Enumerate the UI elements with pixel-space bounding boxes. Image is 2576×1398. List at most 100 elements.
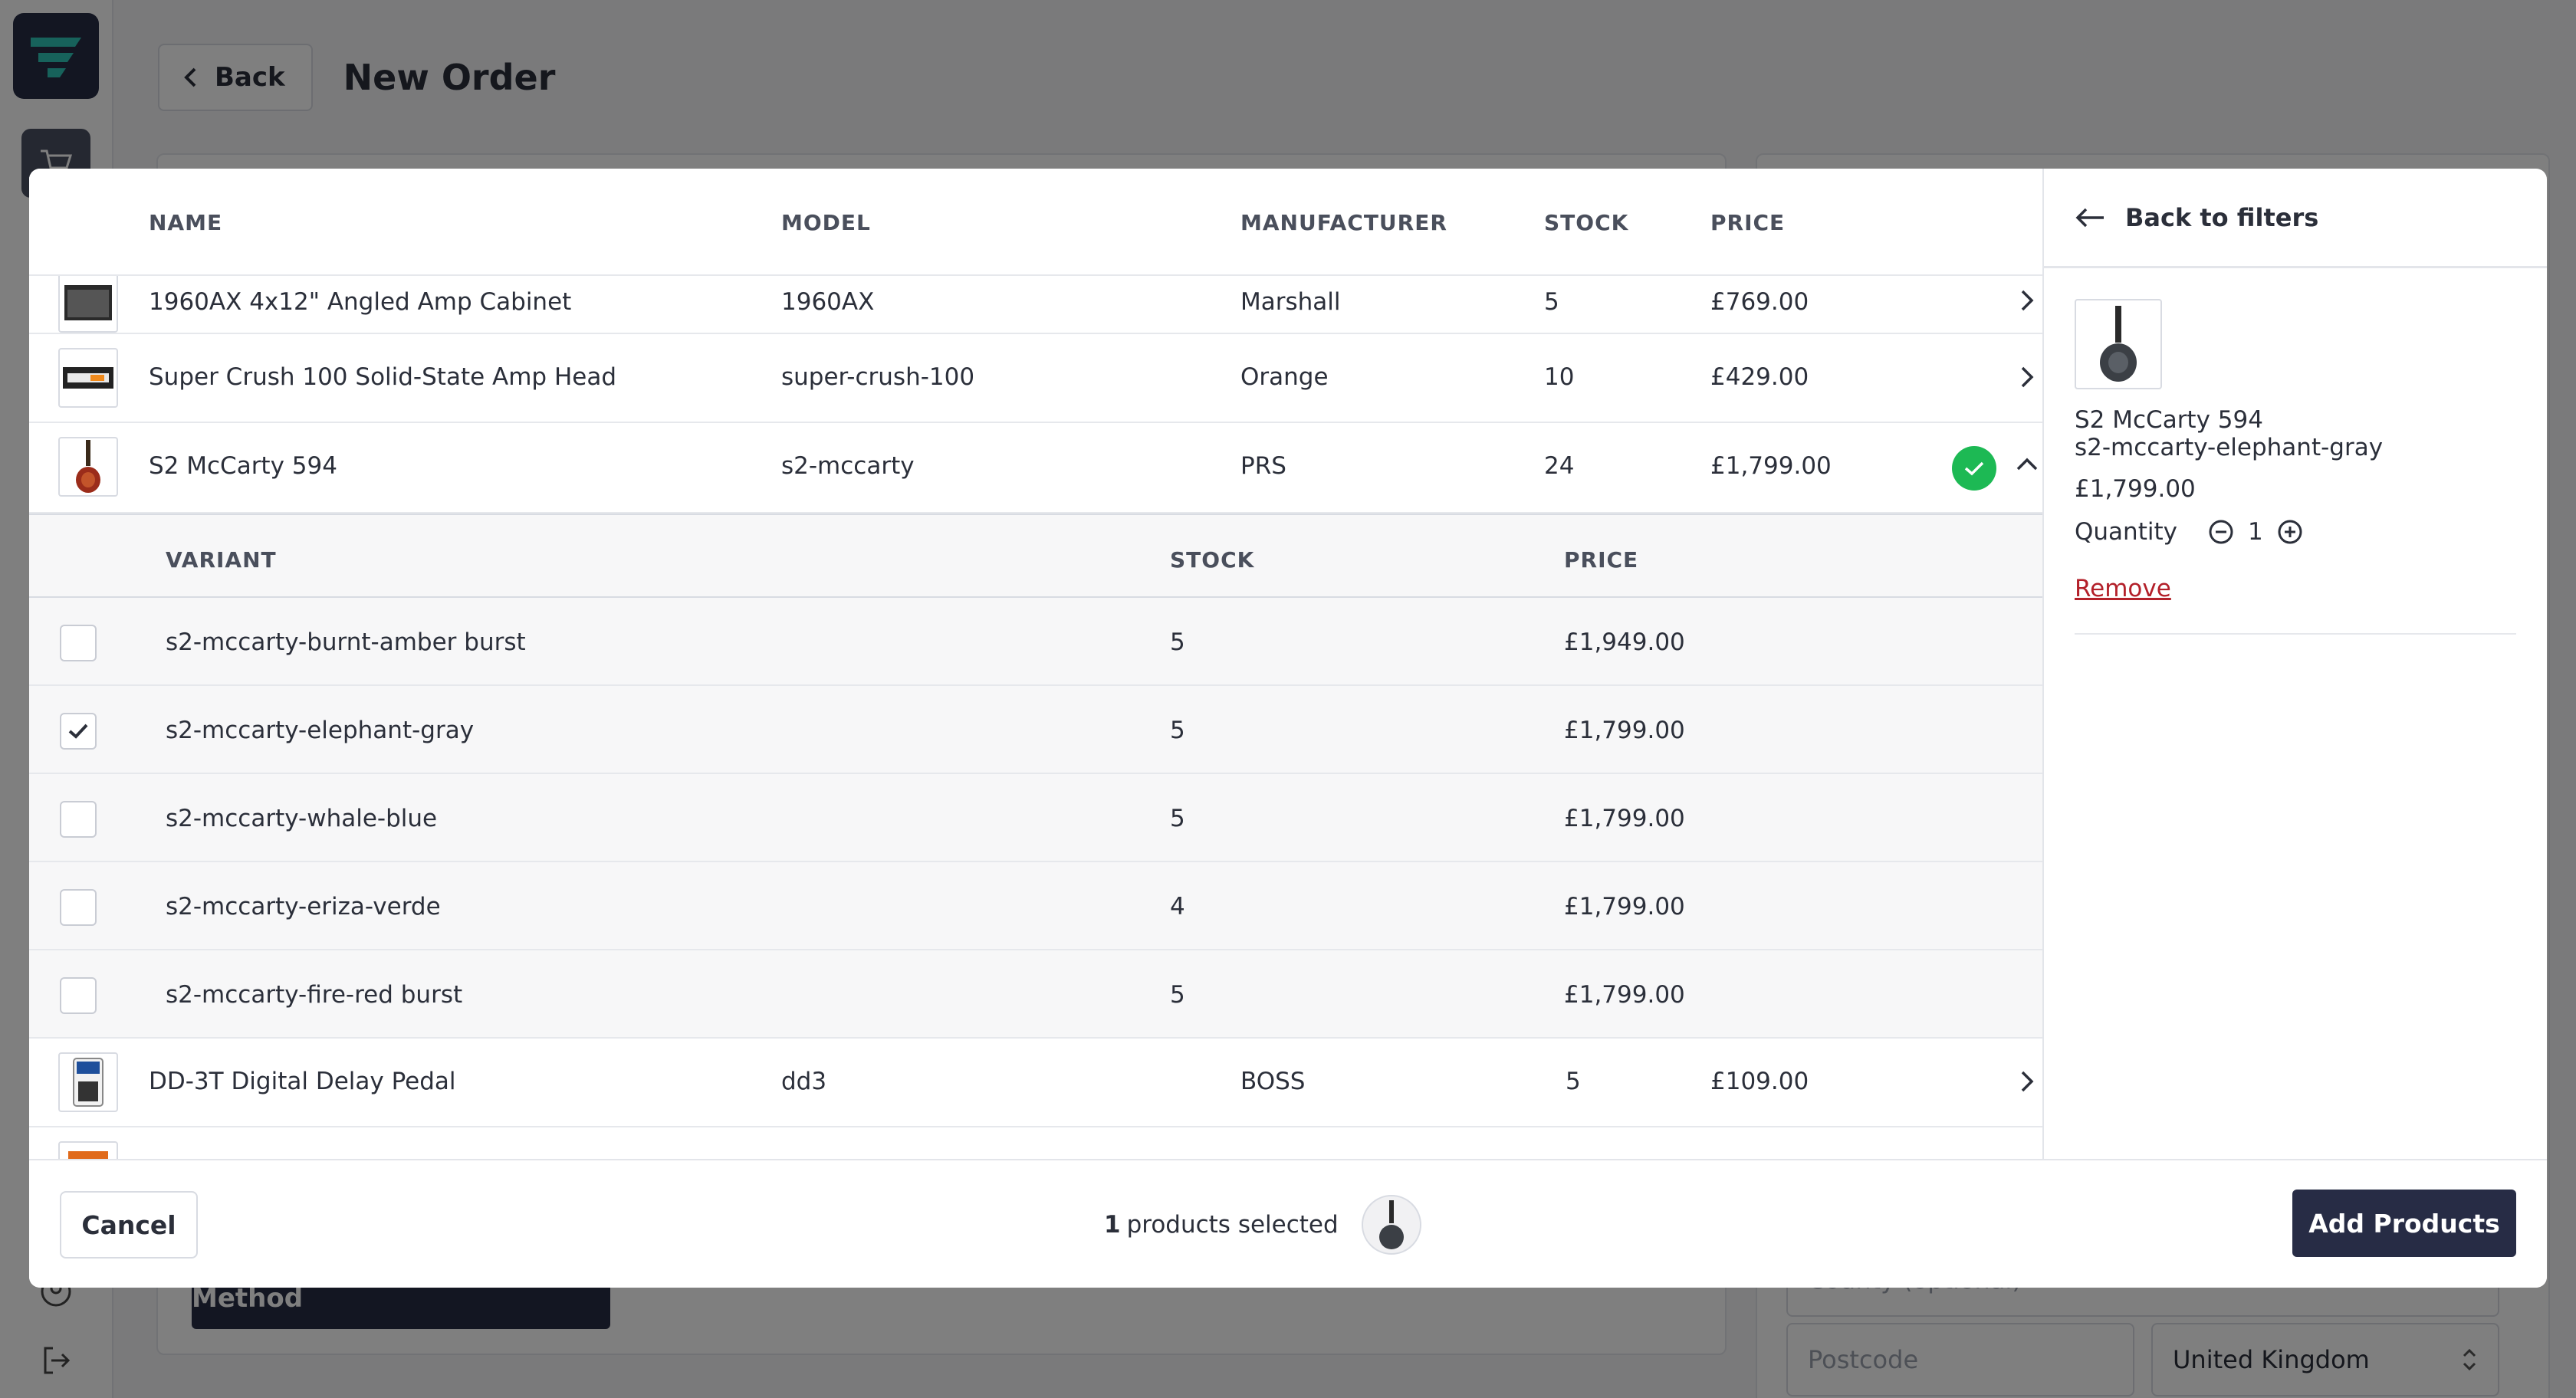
variant-checkbox[interactable] (60, 977, 97, 1014)
add-products-button[interactable]: Add Products (2292, 1190, 2516, 1257)
add-products-modal: NAME MODEL MANUFACTURER STOCK PRICE 1960… (29, 169, 2547, 1288)
variant-checkbox[interactable] (60, 625, 97, 661)
product-stock: 24 (1544, 452, 1575, 480)
variant-stock: 5 (1170, 805, 1185, 832)
column-header-variant-stock: STOCK (1170, 547, 1255, 573)
checkmark-icon (68, 724, 88, 739)
selected-variant-name: s2-mccarty-elephant-gray (2075, 434, 2384, 461)
variant-price: £1,799.00 (1564, 805, 1685, 832)
amp-icon (68, 1151, 108, 1159)
table-row[interactable]: Super Crush 100 Solid-State Amp Head sup… (29, 334, 2042, 423)
variant-checkbox[interactable] (60, 801, 97, 838)
variant-price: £1,799.00 (1564, 717, 1685, 744)
variant-row[interactable]: s2-mccarty-burnt-amber burst 5 £1,949.00 (29, 598, 2042, 686)
product-price: £1,799.00 (1710, 452, 1832, 480)
product-price: £769.00 (1710, 288, 1809, 316)
column-header-price[interactable]: PRICE (1710, 210, 1785, 235)
table-row[interactable]: DD-3T Digital Delay Pedal dd3 BOSS 5 £10… (29, 1039, 2042, 1127)
product-thumbnail (58, 1141, 118, 1159)
variant-row[interactable]: s2-mccarty-eriza-verde 4 £1,799.00 (29, 862, 2042, 950)
column-header-manufacturer[interactable]: MANUFACTURER (1240, 210, 1447, 235)
product-name: S2 McCarty 594 (149, 452, 337, 480)
product-manufacturer: BOSS (1240, 1068, 1306, 1095)
variant-row[interactable]: s2-mccarty-elephant-gray 5 £1,799.00 (29, 686, 2042, 774)
product-thumbnail (58, 273, 118, 333)
variant-price: £1,949.00 (1564, 628, 1685, 656)
column-header-variant-price: PRICE (1564, 547, 1639, 573)
column-header-model[interactable]: MODEL (781, 210, 871, 235)
selected-product-name: S2 McCarty 594 (2075, 406, 2263, 434)
product-manufacturer: Marshall (1240, 288, 1341, 316)
product-name: 1960AX 4x12" Angled Amp Cabinet (149, 288, 572, 316)
product-name: Super Crush 100 Solid-State Amp Head (149, 363, 617, 391)
quantity-value: 1 (2247, 518, 2263, 546)
product-thumbnail (58, 437, 118, 497)
divider (2075, 633, 2516, 635)
product-model: s2-mccarty (781, 452, 915, 480)
variant-name: s2-mccarty-eriza-verde (166, 893, 441, 921)
product-stock: 10 (1544, 363, 1575, 391)
back-to-filters-label: Back to filters (2125, 202, 2319, 232)
column-header-name[interactable]: NAME (149, 210, 222, 235)
variants-table-header: VARIANT STOCK PRICE (29, 514, 2042, 598)
variant-stock: 5 (1170, 981, 1185, 1009)
chevron-right-icon[interactable] (2012, 285, 2042, 316)
product-thumbnail (58, 348, 118, 408)
product-price: £109.00 (1710, 1068, 1809, 1095)
selected-check-badge (1952, 446, 1996, 491)
pedal-icon (73, 1058, 104, 1107)
product-stock: 5 (1544, 288, 1559, 316)
product-model: super-crush-100 (781, 363, 975, 391)
plus-circle-icon[interactable] (2277, 519, 2303, 545)
arrow-left-icon (2075, 208, 2104, 227)
cancel-button[interactable]: Cancel (60, 1191, 198, 1259)
quantity-stepper: Quantity 1 (2075, 518, 2303, 546)
selected-text: products selected (1126, 1211, 1339, 1239)
selected-products-panel: Back to filters S2 McCarty 594 s2-mccart… (2042, 169, 2547, 1159)
variant-row[interactable]: s2-mccarty-fire-red burst 5 £1,799.00 (29, 950, 2042, 1039)
selected-product-thumbnail (2075, 299, 2162, 389)
variant-name: s2-mccarty-elephant-gray (166, 717, 475, 744)
product-model: 1960AX (781, 288, 875, 316)
variant-row[interactable]: s2-mccarty-whale-blue 5 £1,799.00 (29, 774, 2042, 862)
remove-link[interactable]: Remove (2075, 575, 2171, 602)
product-name: DD-3T Digital Delay Pedal (149, 1068, 456, 1095)
table-row-expanded[interactable]: S2 McCarty 594 s2-mccarty PRS 24 £1,799.… (29, 423, 2042, 514)
amp-cabinet-icon (64, 285, 112, 320)
selected-summary: 1 products selected (1104, 1191, 1421, 1259)
variant-stock: 5 (1170, 717, 1185, 744)
back-to-filters-button[interactable]: Back to filters (2044, 169, 2547, 268)
selected-product-avatar (1361, 1195, 1421, 1255)
chevron-right-icon[interactable] (2012, 362, 2042, 392)
chevron-up-icon[interactable] (2012, 449, 2042, 480)
variant-name: s2-mccarty-fire-red burst (166, 981, 463, 1009)
table-row[interactable] (29, 1127, 2042, 1159)
selected-count: 1 (1104, 1211, 1121, 1239)
variant-checkbox[interactable] (60, 889, 97, 926)
product-manufacturer: PRS (1240, 452, 1286, 480)
product-model: dd3 (781, 1068, 827, 1095)
variant-checkbox-checked[interactable] (60, 713, 97, 750)
product-stock: 5 (1566, 1068, 1581, 1095)
variant-price: £1,799.00 (1564, 981, 1685, 1009)
minus-circle-icon[interactable] (2208, 519, 2234, 545)
guitar-icon (1378, 1200, 1404, 1249)
products-table-header: NAME MODEL MANUFACTURER STOCK PRICE (29, 169, 2042, 276)
products-table-area: NAME MODEL MANUFACTURER STOCK PRICE 1960… (29, 169, 2042, 1159)
column-header-stock[interactable]: STOCK (1544, 210, 1628, 235)
quantity-label: Quantity (2075, 518, 2177, 546)
check-icon (1964, 461, 1984, 476)
variant-name: s2-mccarty-whale-blue (166, 805, 438, 832)
guitar-icon (76, 440, 100, 493)
variant-stock: 4 (1170, 893, 1185, 921)
column-header-variant: VARIANT (166, 547, 277, 573)
guitar-icon (2100, 306, 2137, 382)
product-thumbnail (58, 1052, 118, 1112)
product-manufacturer: Orange (1240, 363, 1329, 391)
product-price: £429.00 (1710, 363, 1809, 391)
variant-stock: 5 (1170, 628, 1185, 656)
chevron-right-icon[interactable] (2012, 1066, 2042, 1097)
amp-head-icon (63, 367, 113, 389)
selected-product-price: £1,799.00 (2075, 475, 2196, 503)
variant-price: £1,799.00 (1564, 893, 1685, 921)
